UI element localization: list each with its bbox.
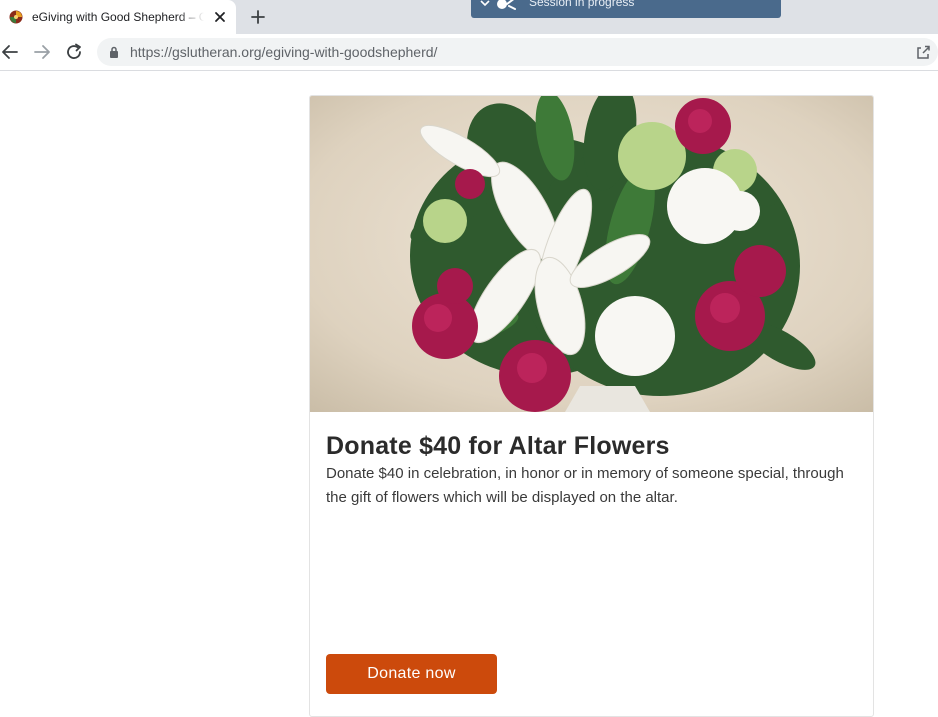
chevron-down-icon[interactable] xyxy=(480,0,490,8)
share-icon[interactable] xyxy=(915,44,931,60)
card-title: Donate $40 for Altar Flowers xyxy=(326,432,670,460)
url-host: https://gslutheran.org xyxy=(130,44,262,60)
lock-icon[interactable] xyxy=(109,46,119,58)
reload-icon[interactable] xyxy=(64,42,84,62)
close-icon[interactable] xyxy=(212,9,228,25)
url-text[interactable]: https://gslutheran.org/egiving-with-good… xyxy=(130,45,437,60)
tab-title: eGiving with Good Shepherd – Good Shephe… xyxy=(32,10,204,24)
page-content: Donate $40 for Altar Flowers Donate $40 … xyxy=(0,71,938,717)
card-description: Donate $40 in celebration, in honor or i… xyxy=(326,465,844,506)
back-arrow-icon[interactable] xyxy=(0,42,20,62)
plus-icon[interactable] xyxy=(249,8,267,26)
favicon-icon xyxy=(9,10,23,24)
address-bar[interactable]: https://gslutheran.org/egiving-with-good… xyxy=(97,38,938,66)
browser-tab-strip: eGiving with Good Shepherd – Good Shephe… xyxy=(0,0,938,34)
browser-tab[interactable]: eGiving with Good Shepherd – Good Shephe… xyxy=(0,0,236,34)
session-banner[interactable]: Session in progress xyxy=(471,0,781,18)
url-path: /egiving-with-goodshepherd/ xyxy=(261,44,438,60)
forward-arrow-icon[interactable] xyxy=(32,42,52,62)
browser-toolbar: https://gslutheran.org/egiving-with-good… xyxy=(0,34,938,71)
session-banner-text: Session in progress xyxy=(529,0,635,9)
donation-card: Donate $40 for Altar Flowers Donate $40 … xyxy=(309,95,874,717)
donate-now-button[interactable]: Donate now xyxy=(326,654,497,694)
remote-session-icon xyxy=(497,0,516,10)
altar-flowers-image xyxy=(310,96,873,412)
